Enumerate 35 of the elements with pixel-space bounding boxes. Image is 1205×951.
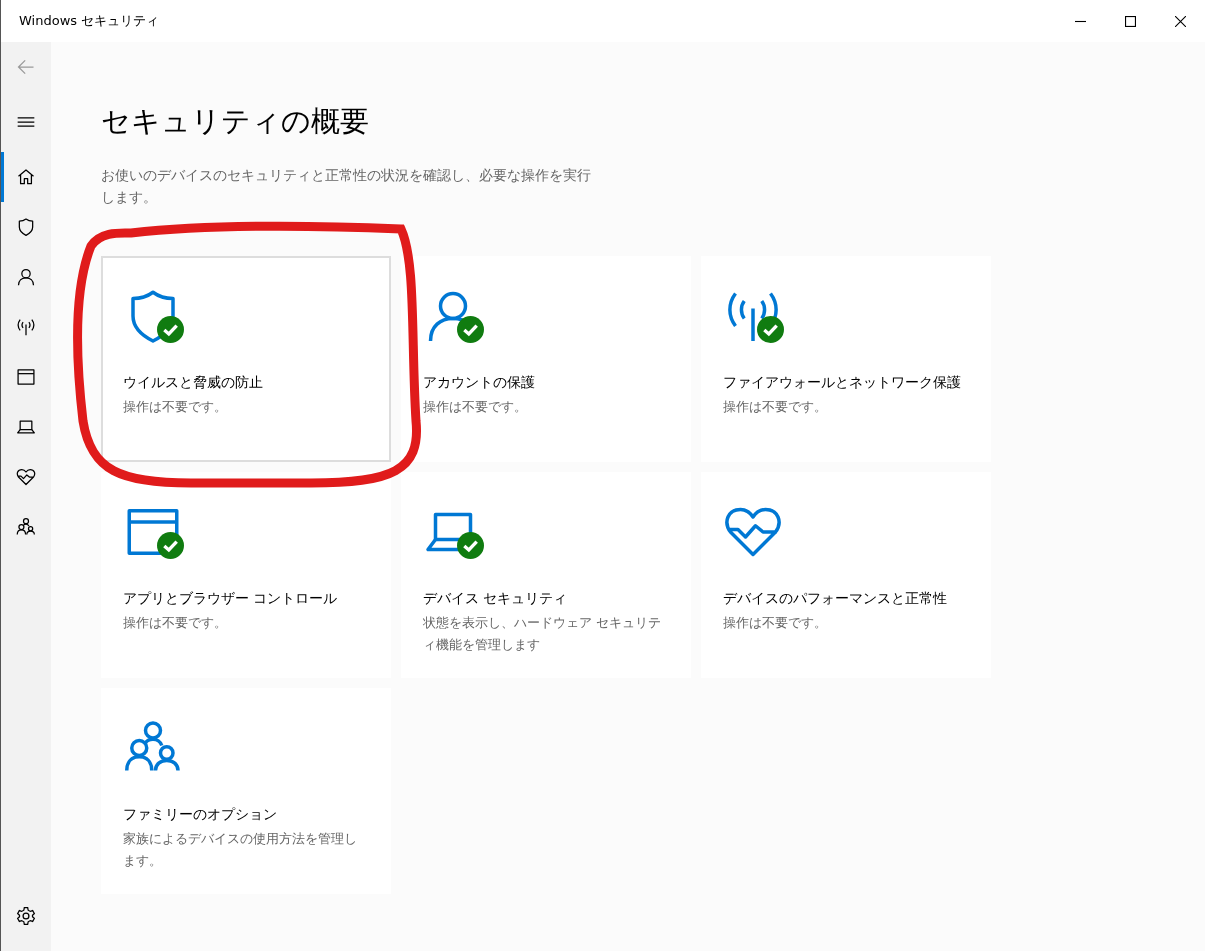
- card-status: 操作は不要です。: [723, 614, 828, 632]
- window-title: Windows セキュリティ: [19, 12, 160, 30]
- back-arrow-icon: [16, 57, 36, 77]
- card-status: 家族によるデバイスの使用方法を管理します。: [123, 830, 358, 870]
- card-status: 操作は不要です。: [123, 614, 228, 632]
- status-card[interactable]: アプリとブラウザー コントロール 操作は不要です。: [101, 472, 391, 678]
- card-title: ファミリーのオプション: [123, 806, 278, 824]
- card-status: 操作は不要です。: [723, 398, 828, 416]
- antenna-icon: [16, 317, 36, 337]
- card-status: 状態を表示し、ハードウェア セキュリティ機能を管理します: [423, 614, 663, 654]
- shield-icon: [16, 217, 36, 237]
- card-title: デバイス セキュリティ: [423, 590, 569, 608]
- close-icon: [1174, 15, 1186, 27]
- card-title: アカウントの保護: [423, 374, 536, 392]
- browser-icon: [16, 367, 36, 387]
- status-card[interactable]: デバイス セキュリティ 状態を表示し、ハードウェア セキュリティ機能を管理します: [401, 472, 691, 678]
- page-description: お使いのデバイスのセキュリティと正常性の状況を確認し、必要な操作を実行します。: [101, 166, 592, 207]
- person-icon: [16, 267, 36, 287]
- status-card[interactable]: ウイルスと脅威の防止 操作は不要です。: [101, 256, 391, 462]
- family-icon: [16, 517, 36, 537]
- status-card[interactable]: ファイアウォールとネットワーク保護 操作は不要です。: [701, 256, 991, 462]
- card-title: ウイルスと脅威の防止: [123, 374, 264, 392]
- status-card[interactable]: アカウントの保護 操作は不要です。: [401, 256, 691, 462]
- heart-icon: [16, 467, 36, 487]
- card-title: アプリとブラウザー コントロール: [123, 590, 339, 608]
- card-status: 操作は不要です。: [423, 398, 528, 416]
- home-icon: [16, 167, 36, 187]
- status-card[interactable]: ファミリーのオプション 家族によるデバイスの使用方法を管理します。: [101, 688, 391, 894]
- card-status: 操作は不要です。: [123, 398, 228, 416]
- maximize-icon: [1124, 15, 1136, 27]
- page-title: セキュリティの概要: [101, 103, 370, 140]
- status-card[interactable]: デバイスのパフォーマンスと正常性 操作は不要です。: [701, 472, 991, 678]
- card-title: デバイスのパフォーマンスと正常性: [723, 590, 948, 608]
- card-title: ファイアウォールとネットワーク保護: [723, 374, 962, 392]
- settings-icon: [16, 906, 36, 926]
